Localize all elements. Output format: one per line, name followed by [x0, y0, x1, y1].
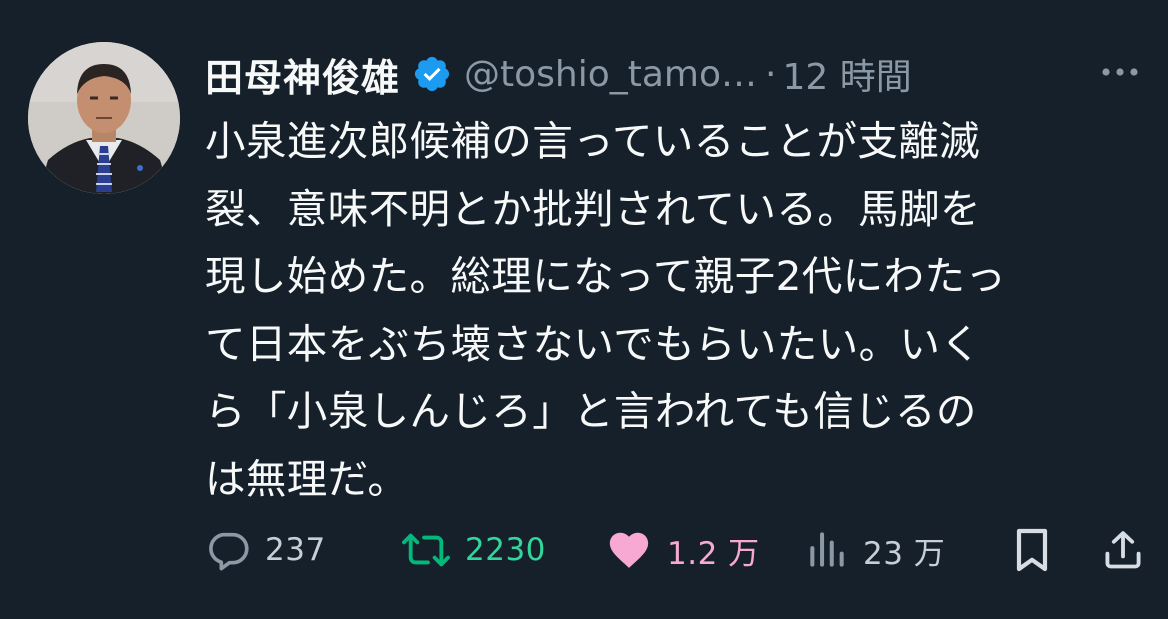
separator-dot: ·: [765, 53, 777, 95]
tweet-text: 小泉進次郎候補の言っていることが支離滅 裂、意味不明とか批判されている。馬脚を …: [205, 117, 1007, 503]
views-count: 23 万: [863, 535, 946, 572]
bookmark-button[interactable]: [1011, 522, 1053, 578]
reply-icon: [209, 532, 249, 571]
tweet[interactable]: 田母神俊雄 @toshio_tamo… · 12 時間 小泉進次郎候補の言ってい…: [0, 0, 1168, 619]
share-button[interactable]: [1101, 522, 1145, 578]
retweet-button[interactable]: 2230: [401, 522, 546, 578]
tweet-time[interactable]: 12 時間: [782, 48, 911, 100]
tweet-actions: 237 2230 1.2 万 23 万: [205, 522, 1145, 578]
bookmark-icon: [1016, 528, 1048, 572]
reply-count: 237: [265, 532, 326, 568]
views-icon: [810, 532, 844, 567]
views-button[interactable]: 23 万: [805, 522, 945, 578]
tweet-header: 田母神俊雄 @toshio_tamo… · 12 時間: [205, 44, 1145, 104]
profile-photo: [28, 42, 180, 194]
verified-badge-icon: [412, 54, 452, 94]
like-button[interactable]: 1.2 万: [605, 522, 760, 578]
retweet-icon: [402, 533, 450, 567]
author-handle[interactable]: @toshio_tamo…: [464, 54, 757, 95]
retweet-count: 2230: [465, 532, 546, 568]
avatar[interactable]: [28, 42, 180, 194]
reply-button[interactable]: 237: [205, 522, 326, 578]
share-icon: [1105, 531, 1141, 569]
author-name[interactable]: 田母神俊雄: [205, 47, 400, 102]
like-count: 1.2 万: [667, 535, 760, 572]
more-options-icon[interactable]: [1095, 52, 1145, 92]
heart-icon: [609, 532, 649, 568]
